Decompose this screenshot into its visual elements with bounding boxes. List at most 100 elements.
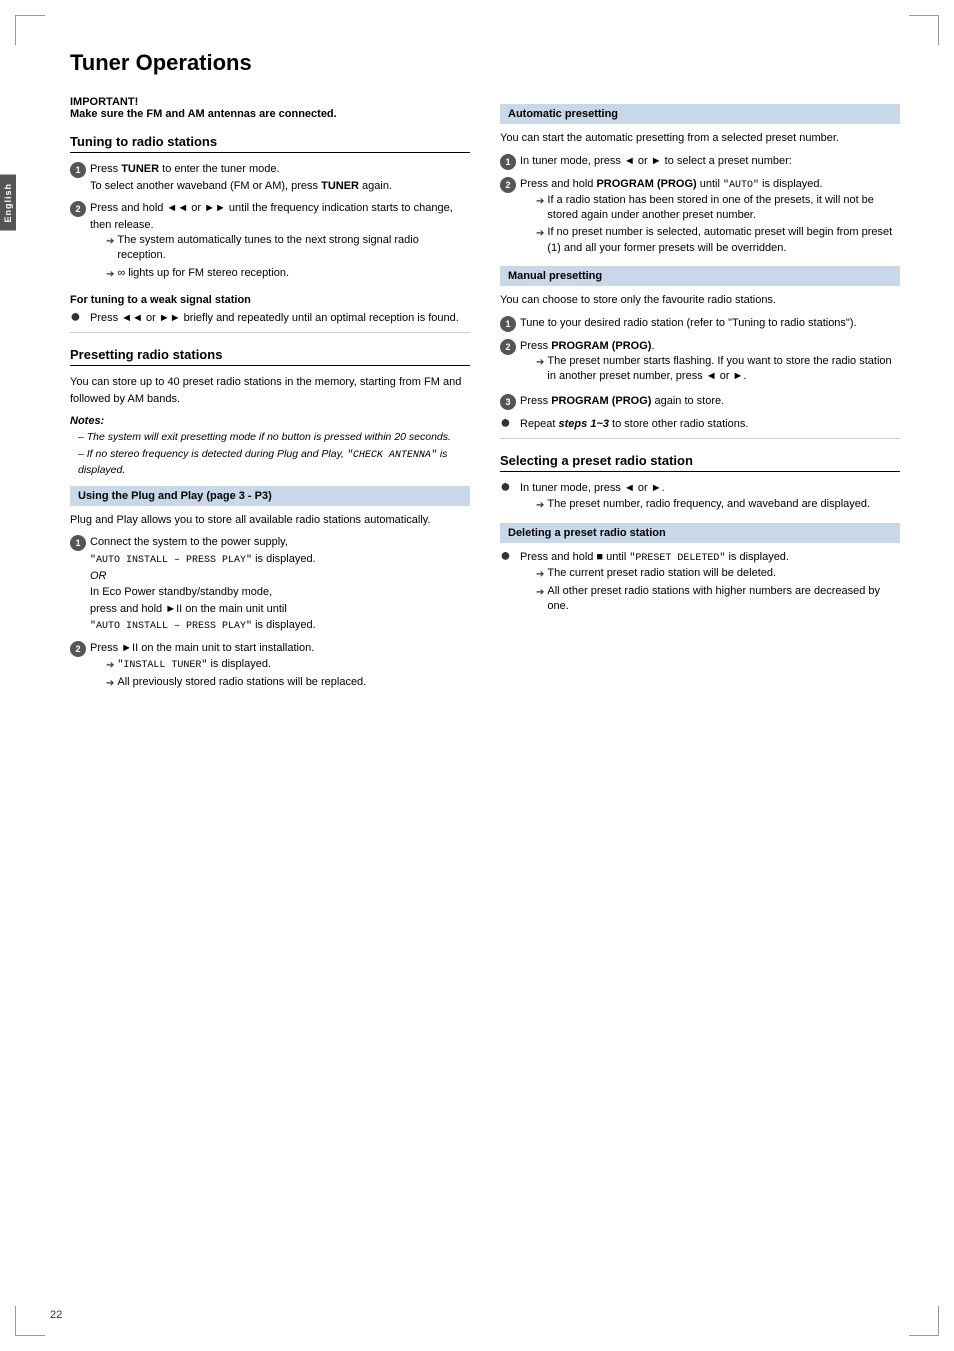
weak-signal-content: Press ◄◄ or ►► briefly and repeatedly un… <box>90 310 470 327</box>
notes-section: Notes: – The system will exit presetting… <box>70 415 470 477</box>
auto-arrow-text-2: If no preset number is selected, automat… <box>547 225 900 256</box>
plug-play-arrow-2: ➔ All previously stored radio stations w… <box>106 675 470 691</box>
deleting-arrow-1: ➔ The current preset radio station will … <box>536 566 900 582</box>
manual-presetting-box-title: Manual presetting <box>500 266 900 286</box>
arrow-icon-3: ➔ <box>106 658 114 673</box>
right-column: Automatic presetting You can start the a… <box>500 96 900 699</box>
step-num-1: 1 <box>70 162 86 178</box>
manual-presetting-intro: You can choose to store only the favouri… <box>500 292 900 309</box>
section-tuning-title: Tuning to radio stations <box>70 134 470 153</box>
arrow-icon-9: ➔ <box>536 567 544 582</box>
plug-play-arrow-text-2: All previously stored radio stations wil… <box>117 675 366 690</box>
manual-arrow-1: ➔ The preset number starts flashing. If … <box>536 354 900 385</box>
auto-arrow-text-1: If a radio station has been stored in on… <box>547 193 900 224</box>
plug-play-step-num-2: 2 <box>70 641 86 657</box>
manual-step-1: 1 Tune to your desired radio station (re… <box>500 315 900 332</box>
plug-play-arrow-text-1: "INSTALL TUNER" is displayed. <box>117 657 271 673</box>
deleting-step-1-content: Press and hold ■ until "PRESET DELETED" … <box>520 549 900 617</box>
manual-arrow-text-1: The preset number starts flashing. If yo… <box>547 354 900 385</box>
page-number: 22 <box>50 1309 62 1321</box>
arrow-icon-5: ➔ <box>536 194 544 209</box>
arrow-icon-7: ➔ <box>536 355 544 370</box>
auto-arrow-1: ➔ If a radio station has been stored in … <box>536 193 900 224</box>
selecting-step-1-content: In tuner mode, press ◄ or ►. ➔ The prese… <box>520 480 900 515</box>
manual-step-3: 3 Press PROGRAM (PROG) again to store. <box>500 393 900 410</box>
manual-step-bullet-4: ● <box>500 416 516 428</box>
content-area: IMPORTANT! Make sure the FM and AM anten… <box>50 96 904 699</box>
notes-label: Notes: <box>70 415 470 427</box>
manual-step-3-content: Press PROGRAM (PROG) again to store. <box>520 393 900 410</box>
auto-presetting-step-num-1: 1 <box>500 154 516 170</box>
auto-presetting-step-2: 2 Press and hold PROGRAM (PROG) until "A… <box>500 176 900 259</box>
plug-play-step-2: 2 Press ►II on the main unit to start in… <box>70 640 470 693</box>
important-text: Make sure the FM and AM antennas are con… <box>70 108 470 120</box>
weak-signal-bullet: ● <box>70 310 86 322</box>
divider-1 <box>70 332 470 333</box>
arrow-icon-10: ➔ <box>536 585 544 600</box>
tuning-step-2-content: Press and hold ◄◄ or ►► until the freque… <box>90 200 470 284</box>
language-tab: English <box>0 175 16 231</box>
selecting-step-1: ● In tuner mode, press ◄ or ►. ➔ The pre… <box>500 480 900 515</box>
deleting-arrow-text-1: The current preset radio station will be… <box>547 566 776 581</box>
page-title: Tuner Operations <box>50 50 904 76</box>
page: English Tuner Operations IMPORTANT! Make… <box>0 0 954 1351</box>
deleting-step-1: ● Press and hold ■ until "PRESET DELETED… <box>500 549 900 617</box>
section-selecting-title: Selecting a preset radio station <box>500 453 900 472</box>
arrow-icon-4: ➔ <box>106 676 114 691</box>
deleting-arrow-2: ➔ All other preset radio stations with h… <box>536 584 900 615</box>
arrow-icon-2: ➔ <box>106 267 114 282</box>
auto-presetting-step-num-2: 2 <box>500 177 516 193</box>
plug-play-box-title: Using the Plug and Play (page 3 - P3) <box>70 486 470 506</box>
auto-presetting-intro: You can start the automatic presetting f… <box>500 130 900 147</box>
auto-presetting-box-title: Automatic presetting <box>500 104 900 124</box>
manual-step-4: ● Repeat steps 1~3 to store other radio … <box>500 416 900 433</box>
important-label: IMPORTANT! <box>70 96 470 108</box>
presetting-intro: You can store up to 40 preset radio stat… <box>70 374 470 407</box>
selecting-arrow-1: ➔ The preset number, radio frequency, an… <box>536 497 900 513</box>
deleting-arrow-text-2: All other preset radio stations with hig… <box>547 584 900 615</box>
tuning-arrow-text-2: ∞ lights up for FM stereo reception. <box>117 266 289 281</box>
auto-presetting-step-1-content: In tuner mode, press ◄ or ► to select a … <box>520 153 900 170</box>
manual-step-num-3: 3 <box>500 394 516 410</box>
plug-play-step-2-content: Press ►II on the main unit to start inst… <box>90 640 470 693</box>
arrow-icon-8: ➔ <box>536 498 544 513</box>
corner-mark-bl <box>15 1306 45 1336</box>
tuning-arrow-1: ➔ The system automatically tunes to the … <box>106 233 470 264</box>
manual-step-num-2: 2 <box>500 339 516 355</box>
plug-play-step-num-1: 1 <box>70 535 86 551</box>
manual-step-4-content: Repeat steps 1~3 to store other radio st… <box>520 416 900 433</box>
plug-play-step-1: 1 Connect the system to the power supply… <box>70 534 470 634</box>
manual-step-num-1: 1 <box>500 316 516 332</box>
tuning-step-1: 1 Press TUNER to enter the tuner mode. T… <box>70 161 470 194</box>
note-2: – If no stereo frequency is detected dur… <box>78 447 470 478</box>
tuning-arrow-text-1: The system automatically tunes to the ne… <box>117 233 470 264</box>
selecting-bullet-1: ● <box>500 480 516 492</box>
manual-step-2-content: Press PROGRAM (PROG). ➔ The preset numbe… <box>520 338 900 387</box>
important-box: IMPORTANT! Make sure the FM and AM anten… <box>70 96 470 120</box>
corner-mark-tl <box>15 15 45 45</box>
plug-play-arrow-1: ➔ "INSTALL TUNER" is displayed. <box>106 657 470 673</box>
plug-play-step-1-content: Connect the system to the power supply, … <box>90 534 470 634</box>
plug-play-intro: Plug and Play allows you to store all av… <box>70 512 470 529</box>
selecting-arrow-text-1: The preset number, radio frequency, and … <box>547 497 870 512</box>
auto-presetting-step-2-content: Press and hold PROGRAM (PROG) until "AUT… <box>520 176 900 259</box>
corner-mark-br <box>909 1306 939 1336</box>
step-num-2: 2 <box>70 201 86 217</box>
note-1: – The system will exit presetting mode i… <box>78 430 470 445</box>
tuning-step-1-content: Press TUNER to enter the tuner mode. To … <box>90 161 470 194</box>
manual-step-2: 2 Press PROGRAM (PROG). ➔ The preset num… <box>500 338 900 387</box>
arrow-icon-1: ➔ <box>106 234 114 249</box>
divider-2 <box>500 438 900 439</box>
arrow-icon-6: ➔ <box>536 226 544 241</box>
tuning-arrow-2: ➔ ∞ lights up for FM stereo reception. <box>106 266 470 282</box>
section-presetting-title: Presetting radio stations <box>70 347 470 366</box>
weak-signal-step: ● Press ◄◄ or ►► briefly and repeatedly … <box>70 310 470 327</box>
deleting-bullet-1: ● <box>500 549 516 561</box>
deleting-preset-box-title: Deleting a preset radio station <box>500 523 900 543</box>
weak-signal-title: For tuning to a weak signal station <box>70 294 470 306</box>
left-column: IMPORTANT! Make sure the FM and AM anten… <box>70 96 470 699</box>
tuning-step-2: 2 Press and hold ◄◄ or ►► until the freq… <box>70 200 470 284</box>
corner-mark-tr <box>909 15 939 45</box>
auto-presetting-step-1: 1 In tuner mode, press ◄ or ► to select … <box>500 153 900 170</box>
manual-step-1-content: Tune to your desired radio station (refe… <box>520 315 900 332</box>
